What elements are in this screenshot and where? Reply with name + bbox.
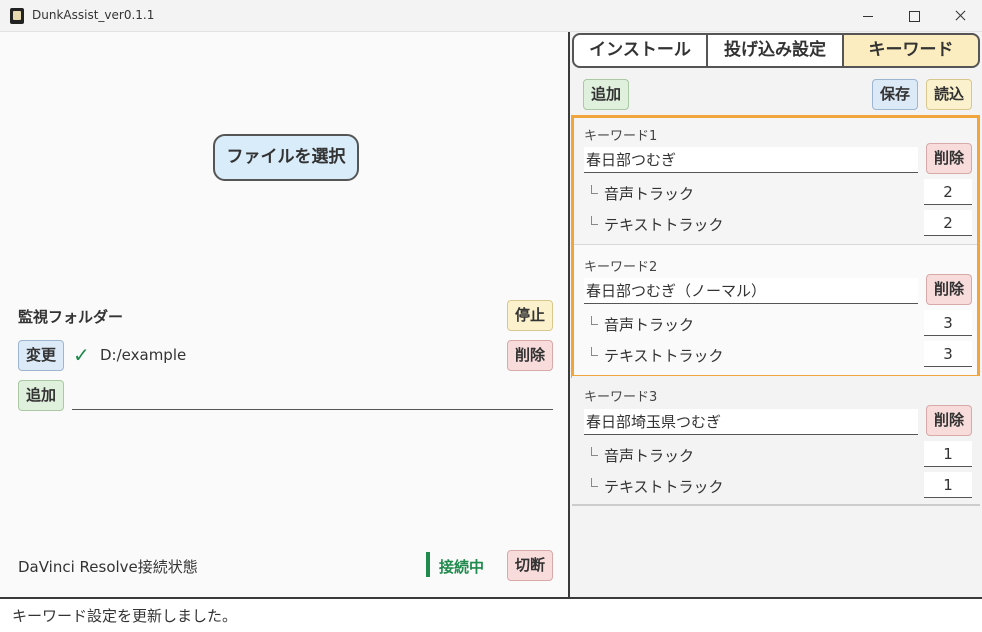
- check-icon: ✓: [73, 343, 90, 367]
- audio-track-label: 音声トラック: [604, 447, 695, 465]
- audio-track-input[interactable]: 3: [924, 310, 972, 336]
- maximize-button[interactable]: [891, 0, 937, 32]
- delete-keyword-button[interactable]: 削除: [926, 274, 972, 305]
- keyword-title: キーワード2: [584, 260, 658, 275]
- tab-drop-settings[interactable]: 投げ込み設定: [706, 33, 844, 68]
- keyword-name-input[interactable]: 春日部つむぎ（ノーマル）: [584, 278, 918, 304]
- minimize-button[interactable]: [845, 0, 891, 32]
- text-track-input[interactable]: 1: [924, 472, 972, 498]
- add-folder-input[interactable]: [72, 380, 553, 410]
- stop-button[interactable]: 停止: [507, 300, 553, 331]
- delete-keyword-button[interactable]: 削除: [926, 143, 972, 174]
- tree-branch-icon: [591, 316, 598, 325]
- add-folder-button[interactable]: 追加: [18, 380, 64, 411]
- delete-keyword-button[interactable]: 削除: [926, 405, 972, 436]
- keyword-name-input[interactable]: 春日部埼玉県つむぎ: [584, 409, 918, 435]
- tab-keywords[interactable]: キーワード: [842, 33, 980, 68]
- watch-folder-label: 監視フォルダー: [18, 308, 124, 326]
- text-track-label: テキストトラック: [604, 478, 724, 496]
- tree-branch-icon: [591, 185, 598, 194]
- select-file-button[interactable]: ファイルを選択: [213, 134, 359, 181]
- tab-bar: インストール 投げ込み設定 キーワード: [572, 33, 980, 68]
- add-keyword-button[interactable]: 追加: [583, 79, 629, 110]
- change-folder-button[interactable]: 変更: [18, 340, 64, 371]
- app-icon: [10, 8, 24, 24]
- tree-branch-icon: [591, 216, 598, 225]
- tree-branch-icon: [591, 478, 598, 487]
- audio-track-input[interactable]: 1: [924, 441, 972, 467]
- load-button[interactable]: 読込: [926, 79, 972, 110]
- audio-track-label: 音声トラック: [604, 316, 695, 334]
- disconnect-button[interactable]: 切断: [507, 550, 553, 581]
- connection-status: 接続中: [439, 558, 485, 576]
- text-track-label: テキストトラック: [604, 216, 724, 234]
- keyword-title: キーワード1: [584, 129, 658, 144]
- keyword-name-input[interactable]: 春日部つむぎ: [584, 147, 918, 173]
- tab-install[interactable]: インストール: [572, 33, 708, 68]
- window-title: DunkAssist_ver0.1.1: [32, 8, 155, 22]
- audio-track-label: 音声トラック: [604, 185, 695, 203]
- tree-branch-icon: [591, 347, 598, 356]
- folder-path: D:/example: [100, 346, 187, 364]
- save-button[interactable]: 保存: [872, 79, 918, 110]
- resolve-status-label: DaVinci Resolve接続状態: [18, 558, 198, 576]
- text-track-input[interactable]: 3: [924, 341, 972, 367]
- status-indicator: [426, 552, 430, 577]
- keyword-title: キーワード3: [584, 390, 658, 405]
- title-bar: DunkAssist_ver0.1.1: [0, 0, 982, 32]
- audio-track-input[interactable]: 2: [924, 179, 972, 205]
- close-button[interactable]: [937, 0, 982, 32]
- status-message: キーワード設定を更新しました。: [12, 607, 238, 625]
- tree-branch-icon: [591, 447, 598, 456]
- delete-folder-button[interactable]: 削除: [507, 340, 553, 371]
- text-track-input[interactable]: 2: [924, 210, 972, 236]
- text-track-label: テキストトラック: [604, 347, 724, 365]
